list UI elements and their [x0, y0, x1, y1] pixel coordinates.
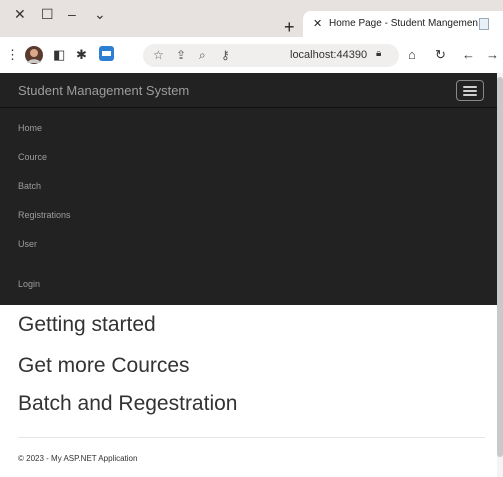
browser-tabstrip: ✕ ☐ – ⌄ + ✕ Home Page - Student Mangemen — [0, 0, 503, 37]
sidebar-icon[interactable]: ◧ — [53, 48, 65, 62]
page-viewport: Student Management System Home Cource Ba… — [0, 73, 503, 477]
footer-divider — [18, 437, 485, 438]
tab-title: Home Page - Student Mangemen — [329, 18, 478, 29]
nav-item-registrations[interactable]: Registrations — [18, 210, 71, 220]
key-icon[interactable]: ⚷ — [221, 48, 230, 62]
zoom-search-icon[interactable]: ⌕ — [199, 48, 206, 63]
hamburger-bar — [463, 86, 477, 88]
tab-close-icon[interactable]: ✕ — [313, 17, 322, 30]
new-tab-icon[interactable]: + — [284, 18, 295, 36]
heading-get-more-cources: Get more Cources — [18, 354, 190, 377]
url-text[interactable]: localhost:44390 — [290, 49, 367, 61]
browser-toolbar: ⋮ ◧ ✱ ☆ ⇪ ⌕ ⚷ localhost:44390 🔒︎ ⌂ ↻ ← → — [0, 37, 503, 73]
nav-item-batch[interactable]: Batch — [18, 181, 41, 191]
hamburger-bar — [463, 90, 477, 92]
hamburger-menu-button[interactable] — [456, 80, 484, 101]
extensions-icon[interactable]: ✱ — [76, 48, 87, 62]
extension-badge-icon[interactable] — [99, 46, 114, 64]
scrollbar-thumb[interactable] — [497, 77, 503, 457]
share-icon[interactable]: ⇪ — [176, 48, 186, 62]
close-window-icon[interactable]: ✕ — [14, 6, 26, 22]
minimize-window-icon[interactable]: – — [68, 6, 76, 22]
nav-item-cource[interactable]: Cource — [18, 152, 47, 162]
bookmark-star-icon[interactable]: ☆ — [153, 48, 164, 62]
nav-item-home[interactable]: Home — [18, 123, 42, 133]
menu-kebab-icon[interactable]: ⋮ — [6, 48, 19, 62]
heading-batch-registration: Batch and Regestration — [18, 392, 238, 415]
site-navbar: Student Management System Home Cource Ba… — [0, 73, 497, 305]
hamburger-bar — [463, 94, 477, 96]
profile-avatar-icon[interactable] — [24, 45, 44, 68]
tab-favicon-icon — [479, 18, 489, 30]
heading-getting-started: Getting started — [18, 313, 156, 336]
nav-item-user[interactable]: User — [18, 239, 37, 249]
navbar-divider — [0, 107, 497, 108]
lock-icon[interactable]: 🔒︎ — [376, 48, 381, 59]
home-icon[interactable]: ⌂ — [408, 48, 416, 62]
address-bar[interactable]: ☆ ⇪ ⌕ ⚷ localhost:44390 🔒︎ — [143, 44, 399, 67]
maximize-window-icon[interactable]: ☐ — [41, 6, 54, 22]
browser-tab-active[interactable]: ✕ Home Page - Student Mangemen — [303, 11, 503, 37]
footer-copyright: © 2023 - My ASP.NET Application — [18, 454, 138, 463]
tab-list-chevron-icon[interactable]: ⌄ — [94, 6, 106, 22]
nav-item-login[interactable]: Login — [18, 279, 40, 289]
back-arrow-icon[interactable]: → — [486, 48, 499, 62]
site-brand[interactable]: Student Management System — [18, 83, 189, 98]
reload-icon[interactable]: ↻ — [435, 48, 446, 62]
forward-arrow-icon[interactable]: ← — [462, 48, 475, 62]
